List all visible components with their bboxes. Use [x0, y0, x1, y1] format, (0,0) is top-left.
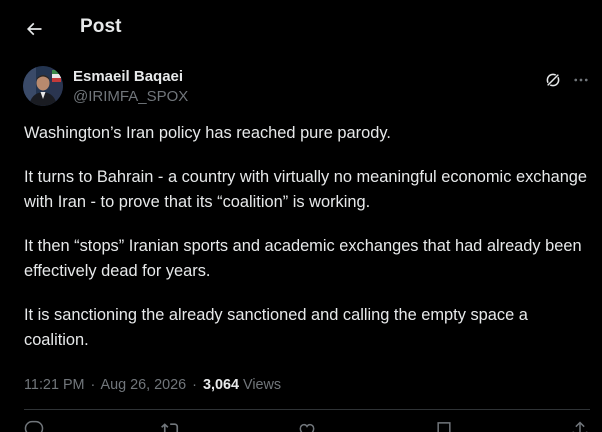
repost-icon: [160, 423, 178, 432]
tweet-date[interactable]: Aug 26, 2026: [101, 377, 187, 393]
views-count: 3,064: [202, 377, 239, 393]
tweet-paragraph: It then “stops” Iranian sports and acade…: [24, 237, 582, 280]
grok-icon: [546, 73, 560, 87]
author-name[interactable]: Esmaeil Baqaei: [73, 68, 183, 85]
meta-separator: ·: [192, 377, 197, 393]
reply-button[interactable]: [24, 420, 44, 432]
reply-icon: [24, 420, 44, 432]
repost-button[interactable]: [160, 420, 181, 432]
tweet-meta: 11:21 PM · Aug 26, 2026 · 3,064 Views: [24, 377, 281, 393]
more-options-button[interactable]: [568, 67, 594, 93]
tweet-paragraph: It is sanctioning the already sanctioned…: [24, 306, 528, 349]
arrow-left-icon: [26, 22, 42, 36]
avatar-image: [23, 66, 63, 106]
like-button[interactable]: [297, 420, 317, 432]
page-title: Post: [80, 16, 122, 37]
page-header: Post: [0, 0, 602, 58]
author-handle[interactable]: @IRIMFA_SPOX: [73, 88, 188, 105]
tweet-paragraph: It turns to Bahrain - a country with vir…: [24, 168, 588, 211]
post-page: Post Esmaeil Baqaei @IRIMFA_SPOX Washing…: [0, 0, 602, 432]
divider: [24, 409, 590, 410]
meta-separator: ·: [90, 377, 96, 393]
bookmark-button[interactable]: [434, 420, 454, 432]
share-button[interactable]: [570, 420, 590, 432]
grok-button[interactable]: [540, 67, 566, 93]
tweet-text: Washington’s Iran policy has reached pur…: [24, 121, 590, 353]
tweet-paragraph: Washington’s Iran policy has reached pur…: [24, 124, 391, 142]
bookmark-icon: [436, 422, 451, 432]
like-icon: [299, 423, 315, 432]
more-horizontal-icon: [574, 78, 588, 82]
share-icon: [572, 421, 588, 432]
back-button[interactable]: [14, 9, 54, 49]
tweet-time[interactable]: 11:21 PM: [24, 377, 85, 393]
action-bar: [24, 420, 590, 432]
views-label: Views: [242, 377, 282, 393]
avatar[interactable]: [23, 66, 63, 106]
